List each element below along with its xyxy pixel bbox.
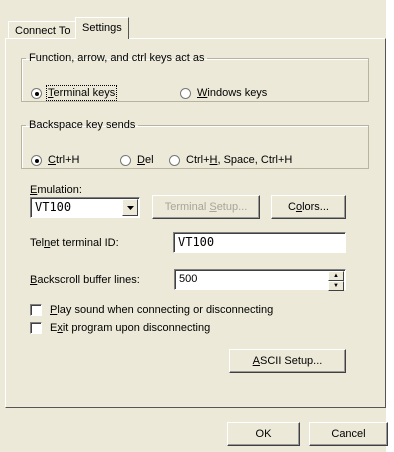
del-radio[interactable]: Del [120,154,154,166]
ctrl-h-space-radio[interactable]: Ctrl+H, Space, Ctrl+H [169,154,292,166]
ctrl-h-space-label: Ctrl+H, Space, Ctrl+H [186,154,293,166]
play-sound-checkbox[interactable]: Play sound when connecting or disconnect… [30,304,273,316]
backscroll-label: Backscroll buffer lines: [30,274,140,286]
ok-button[interactable]: OK [227,422,300,446]
backspace-group: Backspace key sends Ctrl+H Del Ctrl+H, S… [21,119,369,169]
checkbox-icon [30,304,42,316]
exit-program-checkbox[interactable]: Exit program upon disconnecting [30,322,210,334]
properties-dialog: Connect To Settings Function, arrow, and… [0,0,388,452]
ctrl-h-radio[interactable]: Ctrl+H [31,154,79,166]
radio-selected-icon [31,154,42,166]
terminal-keys-radio[interactable]: Terminal keys [31,85,118,101]
windows-keys-label: Windows keys [197,87,268,99]
emulation-dropdown[interactable]: VT100 [30,197,140,218]
play-sound-label: Play sound when connecting or disconnect… [50,304,274,316]
radio-empty-icon [169,154,180,166]
tab-settings[interactable]: Settings [75,17,129,39]
telnet-id-value: VT100 [178,235,215,249]
function-keys-group: Function, arrow, and ctrl keys act as Te… [21,52,369,102]
radio-empty-icon [120,154,131,166]
backscroll-field[interactable]: 500 ▲ ▼ [174,269,346,291]
tab-connect-to[interactable]: Connect To [8,21,78,39]
windows-keys-radio[interactable]: Windows keys [180,87,267,99]
exit-program-label: Exit program upon disconnecting [50,322,211,334]
function-keys-legend: Function, arrow, and ctrl keys act as [29,52,205,64]
spin-up-icon[interactable]: ▲ [328,271,344,281]
telnet-id-label: Telnet terminal ID: [30,237,119,249]
settings-panel: Function, arrow, and ctrl keys act as Te… [5,38,386,408]
spin-down-icon[interactable]: ▼ [328,281,344,291]
emulation-value: VT100 [35,200,72,214]
checkbox-icon [30,322,42,334]
backspace-legend: Backspace key sends [29,119,136,131]
del-label: Del [137,154,154,166]
terminal-setup-button[interactable]: Terminal Setup... [152,195,260,219]
radio-selected-icon [31,87,42,99]
ascii-setup-button[interactable]: ASCII Setup... [229,349,346,373]
backscroll-value: 500 [179,273,198,285]
colors-button[interactable]: Colors... [271,195,346,219]
terminal-keys-label: Terminal keys [45,85,118,101]
chevron-down-icon[interactable] [122,199,138,216]
ctrl-h-label: Ctrl+H [48,154,80,166]
telnet-id-field[interactable]: VT100 [173,232,346,253]
emulation-label: Emulation: [30,184,82,196]
cancel-button[interactable]: Cancel [309,422,388,446]
radio-empty-icon [180,87,191,99]
spin-buttons[interactable]: ▲ ▼ [328,271,344,291]
